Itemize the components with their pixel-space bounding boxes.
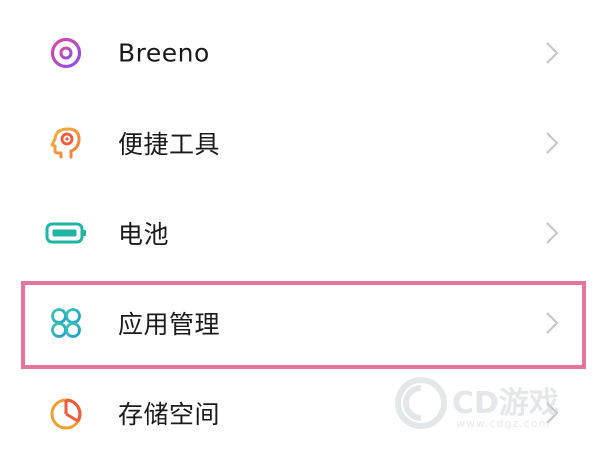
settings-item-label: Breeno: [118, 38, 210, 68]
settings-list: Breeno 便捷工具 电池 应用管理 存储空间: [0, 0, 600, 450]
app-grid-icon: [44, 301, 88, 345]
settings-item-label: 存储空间: [118, 400, 221, 429]
settings-item-battery[interactable]: 电池: [0, 188, 600, 278]
chevron-right-icon: [541, 39, 563, 67]
head-gear-icon: [44, 121, 88, 165]
chevron-right-icon: [541, 309, 563, 337]
settings-item-breeno[interactable]: Breeno: [0, 8, 600, 98]
chevron-right-icon: [541, 399, 563, 427]
settings-item-app-management[interactable]: 应用管理: [0, 278, 600, 368]
chevron-right-icon: [541, 219, 563, 247]
pie-chart-icon: [44, 391, 88, 435]
settings-item-storage[interactable]: 存储空间: [0, 368, 600, 450]
settings-screen: Breeno 便捷工具 电池 应用管理 存储空间 CD游戏 www.cdgz.c…: [0, 0, 600, 450]
settings-item-tools[interactable]: 便捷工具: [0, 98, 600, 188]
settings-item-label: 应用管理: [118, 310, 221, 339]
battery-icon: [44, 211, 88, 255]
breeno-icon: [44, 31, 88, 75]
settings-item-label: 便捷工具: [118, 130, 221, 159]
chevron-right-icon: [541, 129, 563, 157]
settings-item-label: 电池: [118, 220, 170, 249]
